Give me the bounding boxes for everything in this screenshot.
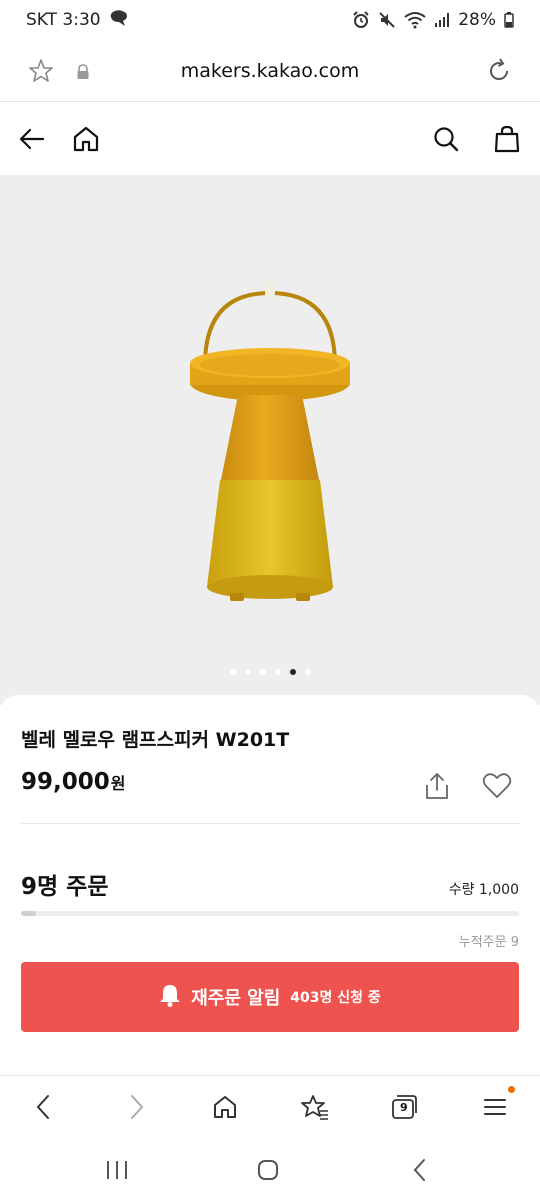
mute-icon — [378, 11, 396, 29]
notification-dot — [508, 1086, 515, 1093]
star-icon[interactable] — [28, 58, 54, 88]
shopping-bag-icon[interactable] — [494, 125, 520, 157]
restock-applicants: 403명 신청 중 — [290, 990, 381, 1006]
search-icon[interactable] — [432, 125, 460, 157]
status-bar: SKT 3:30 28% — [0, 0, 540, 40]
restock-alert-button[interactable]: 재주문 알림 403명 신청 중 — [21, 962, 519, 1032]
back-arrow-icon[interactable] — [18, 125, 46, 157]
carousel-dot[interactable] — [244, 669, 251, 675]
lock-icon — [76, 64, 90, 84]
home-icon[interactable] — [72, 125, 100, 157]
status-left: SKT 3:30 — [26, 9, 129, 32]
price-row: 99,000 원 — [21, 769, 126, 795]
carousel-dot[interactable] — [289, 669, 296, 675]
recent-apps-icon[interactable] — [104, 1158, 130, 1186]
carousel-dot[interactable] — [259, 669, 266, 675]
site-nav — [0, 103, 540, 175]
carousel-dot[interactable] — [304, 669, 311, 675]
product-title: 벨레 멜로우 램프스피커 W201T — [21, 729, 290, 751]
system-nav-bar — [0, 1140, 540, 1200]
share-icon[interactable] — [422, 771, 452, 805]
target-quantity: 수량 1,000 — [448, 882, 519, 898]
tab-count: 9 — [400, 1101, 408, 1114]
carousel-dot[interactable] — [229, 669, 236, 675]
restock-label: 재주문 알림 — [191, 988, 281, 1009]
bell-icon — [159, 983, 181, 1011]
divider — [21, 823, 519, 824]
wifi-icon — [404, 11, 426, 29]
carrier-time: SKT 3:30 — [26, 10, 101, 30]
menu-icon[interactable] — [482, 1093, 508, 1125]
back-icon[interactable] — [32, 1093, 56, 1125]
home-button-icon[interactable] — [256, 1158, 280, 1186]
signal-icon — [434, 12, 450, 28]
order-progress-fill — [21, 911, 36, 916]
alarm-icon — [352, 11, 370, 29]
reload-icon[interactable] — [486, 58, 512, 88]
battery-icon — [504, 12, 514, 28]
status-right: 28% — [352, 10, 514, 30]
order-progress-bar — [21, 911, 519, 916]
browser-address-bar: makers.kakao.com — [0, 40, 540, 102]
chat-bubble-icon — [109, 9, 129, 32]
lamp-speaker-image — [190, 283, 350, 601]
carousel-indicator — [0, 669, 540, 675]
product-image-carousel[interactable] — [0, 175, 540, 705]
browser-toolbar: 9 — [0, 1075, 540, 1137]
order-count: 9명 주문 — [21, 874, 109, 900]
currency-unit: 원 — [110, 774, 126, 793]
forward-icon[interactable] — [124, 1093, 148, 1125]
browser-home-icon[interactable] — [212, 1093, 238, 1125]
battery-percent: 28% — [458, 10, 496, 30]
product-info: 벨레 멜로우 램프스피커 W201T 99,000 원 9명 주문 수량 1,0… — [0, 695, 540, 1075]
cumulative-orders: 누적주문 9 — [458, 935, 519, 950]
bookmarks-icon[interactable] — [300, 1093, 330, 1125]
system-back-icon[interactable] — [408, 1158, 432, 1186]
heart-icon[interactable] — [482, 773, 512, 803]
product-price: 99,000 — [21, 769, 110, 795]
carousel-dot[interactable] — [274, 669, 281, 675]
